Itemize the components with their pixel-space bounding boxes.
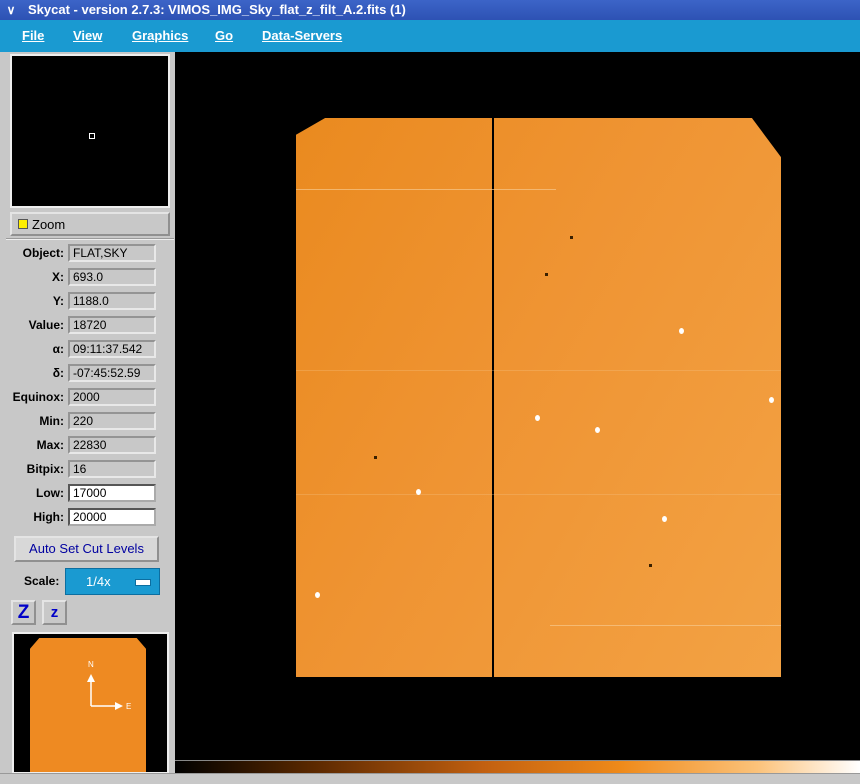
x-label: X: [52, 270, 64, 284]
low-label: Low: [36, 486, 64, 500]
value-label: Value: [28, 318, 64, 332]
equinox-value: 2000 [68, 388, 156, 406]
window-menu-icon[interactable]: ∨ [3, 2, 19, 18]
compass-icon: N E [87, 660, 131, 711]
title-bar: ∨ Skycat - version 2.7.3: VIMOS_IMG_Sky_… [0, 0, 860, 20]
star [595, 427, 600, 433]
equinox-label: Equinox: [12, 390, 64, 404]
low-cut-input[interactable]: 17000 [68, 484, 156, 502]
high-label: High: [33, 510, 64, 524]
row-artifact [296, 494, 781, 495]
control-panel: Zoom Object: FLAT,SKY X: 693.0 Y: 1188.0… [4, 52, 175, 783]
menu-data-servers[interactable]: Data-Servers [262, 28, 342, 43]
star [416, 489, 421, 495]
max-label: Max: [36, 438, 64, 452]
zoom-indicator-icon [18, 219, 28, 229]
dropdown-indicator-icon [135, 579, 151, 586]
star [600, 693, 605, 699]
star [679, 328, 684, 334]
star [662, 516, 667, 522]
ra-label: α: [52, 342, 64, 356]
ra-value: 09:11:37.542 [68, 340, 156, 358]
hot-pixel [570, 236, 573, 239]
bitpix-label: Bitpix: [26, 462, 64, 476]
info-row-min: Min: 220 [6, 412, 174, 432]
bitpix-value: 16 [68, 460, 156, 478]
dec-label: δ: [52, 366, 64, 380]
image-canvas[interactable] [175, 52, 860, 760]
info-row-ra: α: 09:11:37.542 [6, 340, 174, 360]
zoom-in-button[interactable]: Z [11, 600, 36, 625]
info-row-value: Value: 18720 [6, 316, 174, 336]
star [769, 397, 774, 403]
info-row-x: X: 693.0 [6, 268, 174, 288]
y-value: 1188.0 [68, 292, 156, 310]
star [535, 415, 540, 421]
star [315, 592, 320, 598]
high-cut-input[interactable]: 20000 [68, 508, 156, 526]
info-row-object: Object: FLAT,SKY [6, 244, 174, 264]
info-row-high: High: 20000 [6, 508, 174, 528]
window-title: Skycat - version 2.7.3: VIMOS_IMG_Sky_fl… [28, 2, 406, 17]
min-value: 220 [68, 412, 156, 430]
ccd-column-defect [492, 118, 494, 677]
pan-window[interactable] [10, 54, 170, 208]
zoom-toggle-button[interactable]: Zoom [10, 212, 170, 236]
auto-set-cut-levels-button[interactable]: Auto Set Cut Levels [14, 536, 159, 562]
hot-pixel [545, 273, 548, 276]
menu-view[interactable]: View [73, 28, 102, 43]
dec-value: -07:45:52.59 [68, 364, 156, 382]
info-row-dec: δ: -07:45:52.59 [6, 364, 174, 384]
object-label: Object: [22, 246, 64, 260]
scale-value: 1/4x [86, 574, 111, 589]
menu-go[interactable]: Go [215, 28, 233, 43]
pixel-value: 18720 [68, 316, 156, 334]
object-value: FLAT,SKY [68, 244, 156, 262]
compass-east-label: E [126, 702, 131, 711]
hot-pixel [374, 456, 377, 459]
scale-label: Scale: [24, 574, 60, 588]
zoom-label: Zoom [32, 217, 66, 232]
row-artifact [296, 189, 556, 190]
row-artifact [550, 625, 781, 626]
hot-pixel [649, 564, 652, 567]
compass-north-label: N [88, 660, 94, 669]
row-artifact [296, 370, 781, 371]
y-label: Y: [52, 294, 64, 308]
window-bottom-edge [0, 773, 860, 784]
info-row-y: Y: 1188.0 [6, 292, 174, 312]
min-label: Min: [39, 414, 64, 428]
info-row-low: Low: 17000 [6, 484, 174, 504]
menu-graphics[interactable]: Graphics [132, 28, 188, 43]
menu-bar: File View Graphics Go Data-Servers [0, 20, 860, 52]
pan-cursor-marker[interactable] [89, 133, 95, 139]
menu-file[interactable]: File [22, 28, 44, 43]
max-value: 22830 [68, 436, 156, 454]
info-row-equinox: Equinox: 2000 [6, 388, 174, 408]
zoom-out-button[interactable]: z [42, 600, 67, 625]
fits-image[interactable] [296, 118, 781, 677]
scale-select[interactable]: 1/4x [65, 568, 160, 595]
x-value: 693.0 [68, 268, 156, 286]
overview-panner[interactable]: N E [12, 632, 169, 774]
info-row-max: Max: 22830 [6, 436, 174, 456]
info-row-bitpix: Bitpix: 16 [6, 460, 174, 480]
colormap-bar [175, 760, 860, 774]
